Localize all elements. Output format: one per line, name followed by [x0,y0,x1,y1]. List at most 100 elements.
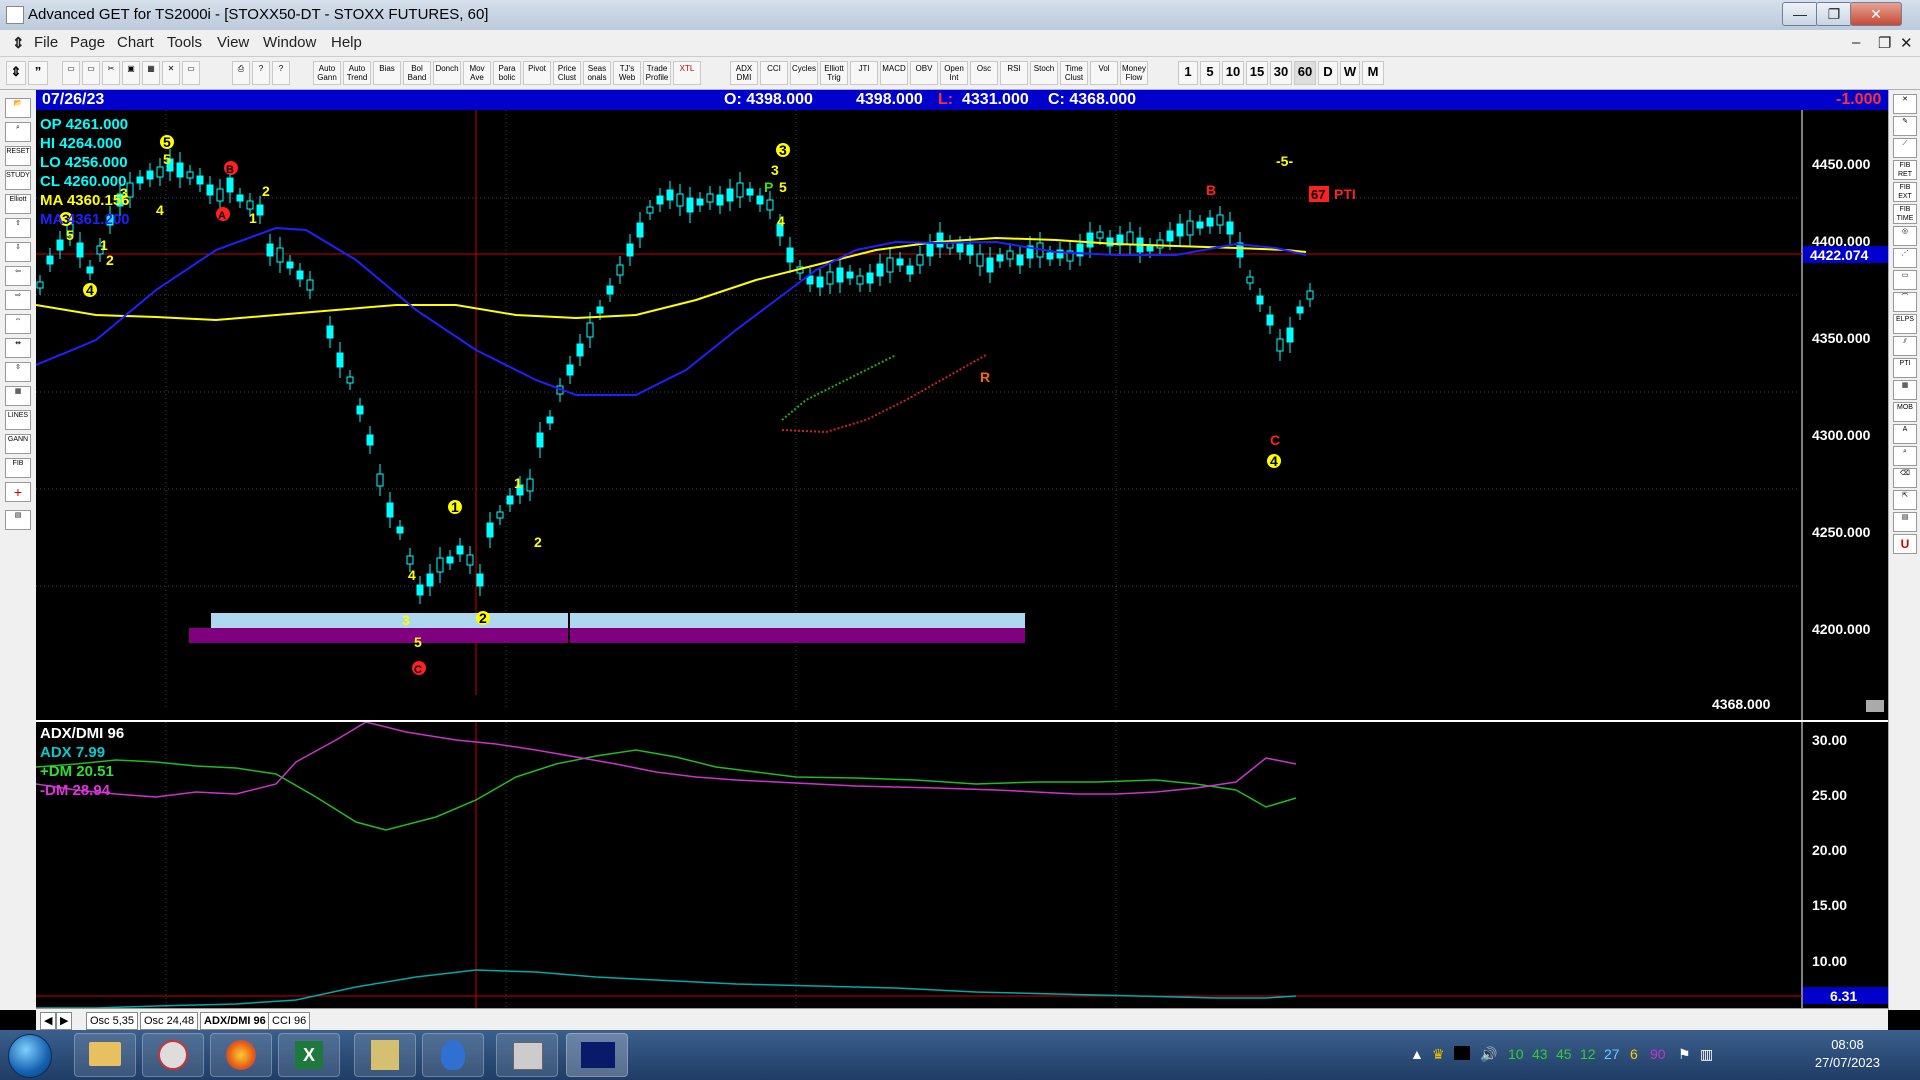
toolbar-arrow-icon[interactable]: ⇕ [6,61,26,85]
box-icon[interactable]: ▭ [1893,270,1917,290]
taskbar-app5[interactable] [354,1033,416,1077]
taskbar-app6[interactable] [422,1033,484,1077]
interval-30[interactable]: 30 [1270,61,1292,85]
price-chart[interactable]: 3 5 4 1 2 3 4 5 5 B A 1 2 4 3 5 C 1 2 1 … [35,110,1888,720]
interval-m[interactable]: M [1362,61,1384,85]
zoom-icon[interactable]: ⌕ [5,122,31,142]
study-pivot[interactable]: Pivot [523,61,551,85]
interval-w[interactable]: W [1340,61,1360,85]
report-icon[interactable]: ▤ [5,510,31,530]
expand-icon[interactable]: ⇹ [5,338,31,358]
interval-d[interactable]: D [1318,61,1338,85]
menu-help[interactable]: Help [331,34,362,51]
taskbar-advanced-get[interactable] [566,1033,628,1077]
study-donch[interactable]: Donch [433,61,461,85]
taskbar-clock[interactable]: 08:08 27/07/2023 [1815,1036,1880,1072]
ind-cycles[interactable]: Cycles [790,61,818,85]
study-seasonals[interactable]: Seas onals [583,61,611,85]
maximize-button[interactable]: ❐ [1816,2,1852,26]
eraser-icon[interactable]: ⌫ [1893,468,1917,488]
tray-number[interactable]: 6 [1630,1046,1638,1062]
ind-adx-dmi[interactable]: ADX DMI [730,61,758,85]
ind-time-clust[interactable]: Time Clust [1060,61,1088,85]
fit-icon[interactable]: ⇳ [5,362,31,382]
spiral-icon[interactable]: ◎ [1893,226,1917,246]
new-page-icon[interactable]: ▭ [62,61,80,85]
taskbar-excel[interactable]: X [278,1033,340,1077]
channel-icon[interactable]: ⫽ [1893,336,1917,356]
tray-black-icon[interactable] [1454,1046,1470,1060]
study-tjs-web[interactable]: TJ's Web [613,61,641,85]
tab-osc-5-35[interactable]: Osc 5,35 [86,1012,139,1030]
ind-osc[interactable]: Osc [970,61,998,85]
close-button[interactable]: ✕ [1850,2,1902,26]
taskbar-explorer[interactable] [74,1033,136,1077]
fib-time-icon[interactable]: FIB TIME [1893,204,1917,224]
help-icon[interactable]: ? [252,61,270,85]
tray-number[interactable]: 90 [1650,1046,1666,1062]
gann-icon[interactable]: GANN [5,434,31,454]
study-icon[interactable]: STUDY [5,170,31,190]
fib-icon[interactable]: FIB [5,458,31,478]
start-button[interactable] [8,1034,52,1078]
ind-stoch[interactable]: Stoch [1030,61,1058,85]
study-xtl[interactable]: XTL [673,61,701,85]
compress-icon[interactable]: ⇔ [5,314,31,334]
fib-ext-icon[interactable]: FIB EXT [1893,182,1917,202]
interval-60[interactable]: 60 [1294,61,1316,85]
menu-tools[interactable]: Tools [167,34,202,51]
taskbar-firefox[interactable] [210,1033,272,1077]
ind-cci[interactable]: CCI [760,61,788,85]
pen-icon[interactable]: ✎ [1893,116,1917,136]
interval-15[interactable]: 15 [1246,61,1268,85]
menu-file[interactable]: File [34,34,58,51]
study-bol-band[interactable]: Bol Band [403,61,431,85]
tray-crown-icon[interactable]: ♛ [1432,1046,1445,1063]
oscillator-pane[interactable]: 30.00 25.00 20.00 15.00 10.00 6.31 ADX/D… [35,720,1888,1010]
cursor-icon[interactable]: ⇱ [1893,490,1917,510]
context-help-icon[interactable]: ? [272,61,290,85]
ellipse-icon[interactable]: ELPS [1893,314,1917,334]
delete-icon[interactable]: ✕ [162,61,180,85]
ind-money-flow[interactable]: Money Flow [1120,61,1148,85]
child-minimize-button[interactable]: – [1852,34,1860,51]
interval-1[interactable]: 1 [1178,61,1198,85]
pti-icon[interactable]: PTI [1893,358,1917,378]
mob-icon[interactable]: MOB [1893,402,1917,422]
elliott-icon[interactable]: Elliott [5,194,31,214]
ind-rsi[interactable]: RSI [1000,61,1028,85]
cut-icon[interactable]: ✂ [102,61,120,85]
child-close-button[interactable]: ✕ [1900,34,1913,52]
tray-volume-icon[interactable]: 🔊 [1480,1046,1497,1063]
tray-up-arrow-icon[interactable]: ▲ [1410,1046,1424,1062]
tab-scroll-right-icon[interactable]: ▶ [56,1012,73,1030]
copy-icon[interactable]: ▭ [82,61,100,85]
menu-page[interactable]: Page [70,34,105,51]
study-trade-profile[interactable]: Trade Profile [643,61,671,85]
tray-number[interactable]: 27 [1604,1046,1620,1062]
print-icon[interactable]: ⎙ [232,61,250,85]
study-auto-gann[interactable]: Auto Gann [313,61,341,85]
study-mov-ave[interactable]: Mov Ave [463,61,491,85]
toolbar-quote-icon[interactable]: ” [28,61,48,85]
menu-chart[interactable]: Chart [117,34,154,51]
crosshair-icon[interactable]: + [5,482,31,502]
study-price-clust[interactable]: Price Clust [553,61,581,85]
scroll-up-icon[interactable]: ⇧ [5,218,31,238]
paste-icon[interactable]: ▣ [122,61,140,85]
close-tool-icon[interactable]: ✕ [1893,94,1917,114]
tray-number[interactable]: 43 [1532,1046,1548,1062]
tray-number[interactable]: 45 [1556,1046,1572,1062]
scroll-down-icon[interactable]: ⇩ [5,242,31,262]
grid-tool-icon[interactable]: ▦ [1893,380,1917,400]
app-menu-icon[interactable]: ⇕ [12,34,25,52]
tab-adx-dmi-96[interactable]: ADX/DMI 96 [200,1012,270,1030]
scroll-right-icon[interactable]: ⇨ [5,290,31,310]
menu-view[interactable]: View [217,34,249,51]
taskbar-app7[interactable] [496,1033,558,1077]
fan-icon[interactable]: ⟋ [1893,138,1917,158]
open-folder-icon[interactable]: 📂 [5,98,31,118]
child-restore-button[interactable]: ❐ [1878,34,1891,52]
scroll-left-icon[interactable]: ⇦ [5,266,31,286]
grid-icon[interactable]: ▦ [5,386,31,406]
